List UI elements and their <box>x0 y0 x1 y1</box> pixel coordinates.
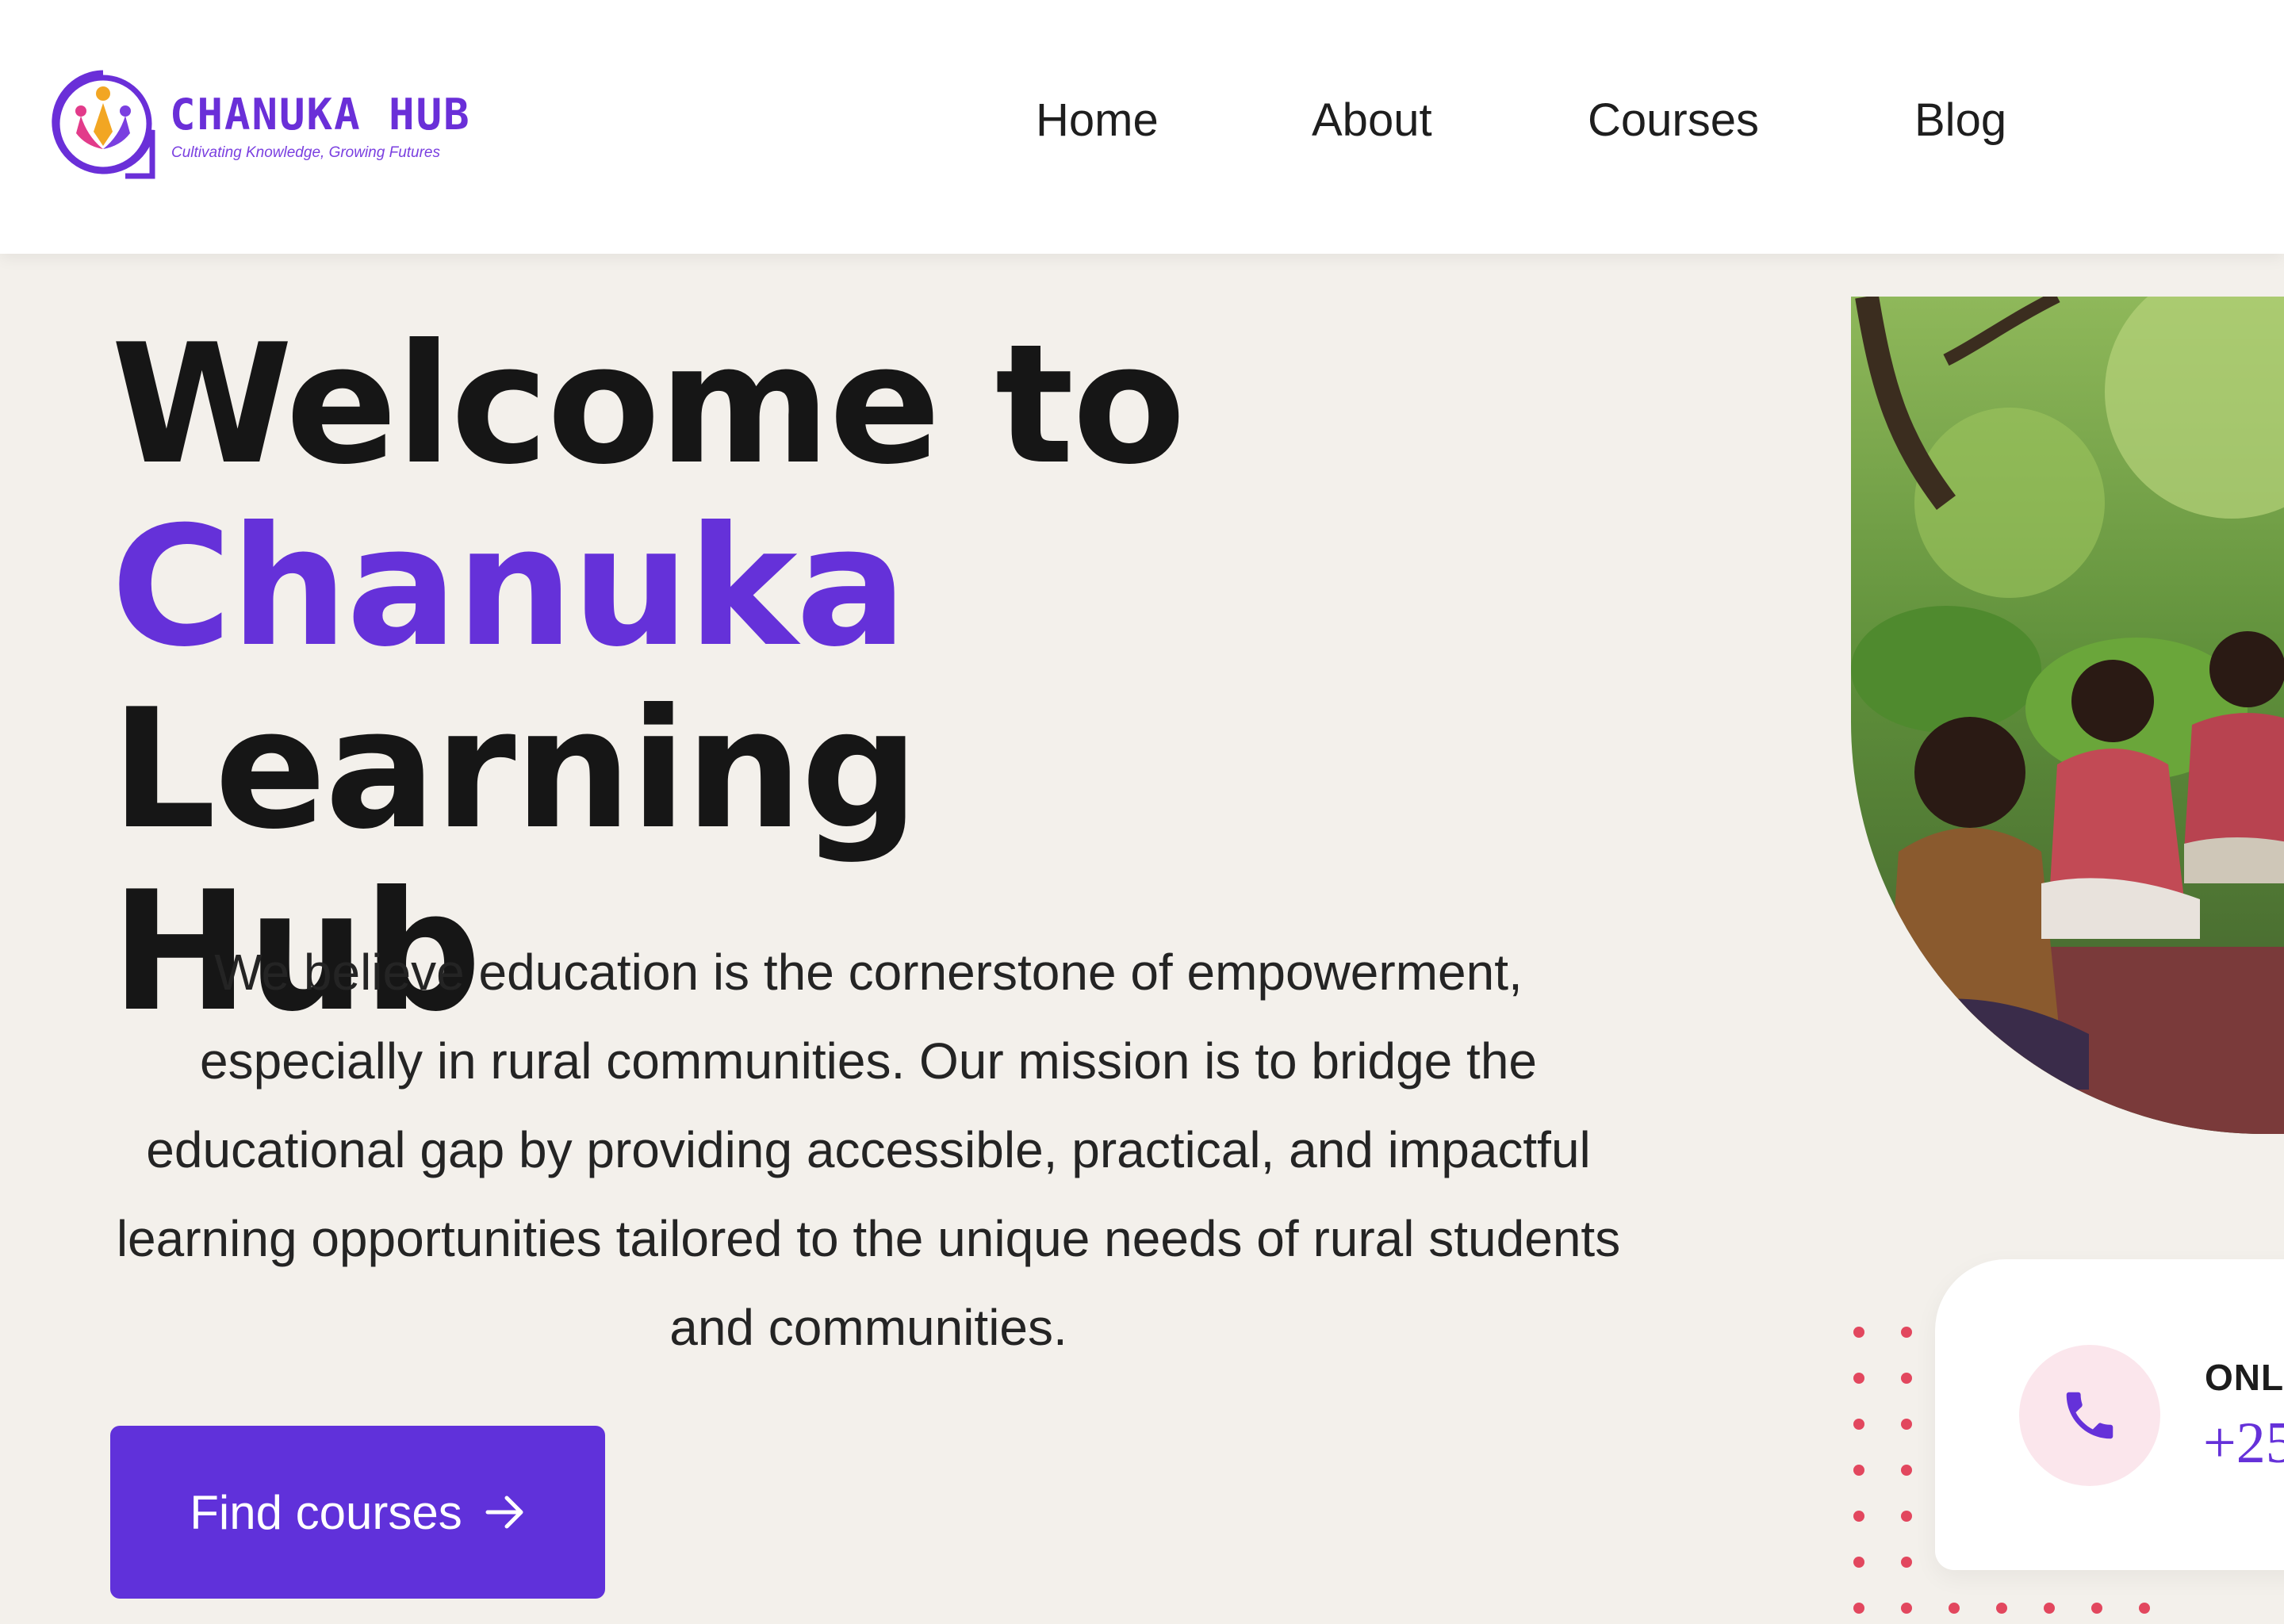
hero-photo <box>1851 297 2284 1134</box>
decorative-dot <box>1901 1557 1912 1568</box>
hero-title-line1: Welcome to <box>111 309 1186 501</box>
hero-title-line2: Learning <box>111 674 919 866</box>
decorative-dot <box>2091 1603 2102 1614</box>
decorative-dot <box>1853 1419 1864 1430</box>
decorative-dot <box>1901 1327 1912 1338</box>
decorative-dot <box>1901 1373 1912 1384</box>
logo-emblem-icon <box>52 70 155 179</box>
decorative-dot <box>1853 1557 1864 1568</box>
decorative-dot <box>1901 1419 1912 1430</box>
hero-title-accent: Chanuka <box>111 492 907 684</box>
students-outdoor-image <box>1851 297 2284 1134</box>
phone-icon <box>2066 1392 2113 1439</box>
decorative-dot <box>1901 1511 1912 1522</box>
decorative-dot <box>1901 1603 1912 1614</box>
find-courses-label: Find courses <box>190 1485 462 1539</box>
nav-item-blog[interactable]: Blog <box>1914 94 2006 147</box>
hero-description: We believe education is the cornerstone … <box>116 944 1621 1356</box>
nav-item-about[interactable]: About <box>1312 94 1432 147</box>
site-logo[interactable]: CHANUKA HUB Cultivating Knowledge, Growi… <box>46 67 498 181</box>
decorative-dot <box>1853 1373 1864 1384</box>
decorative-dot <box>2044 1603 2055 1614</box>
nav-item-home[interactable]: Home <box>1036 94 1159 147</box>
contact-number[interactable]: +25 <box>2203 1410 2284 1477</box>
contact-card: ONLI +25 <box>1935 1259 2284 1570</box>
nav-item-courses[interactable]: Courses <box>1588 94 1759 147</box>
find-courses-button[interactable]: Find courses <box>110 1426 605 1599</box>
phone-button[interactable] <box>2019 1345 2160 1486</box>
contact-label: ONLI <box>2205 1357 2284 1398</box>
decorative-dot <box>1853 1603 1864 1614</box>
logo-tagline: Cultivating Knowledge, Growing Futures <box>171 144 441 161</box>
decorative-dot <box>1853 1327 1864 1338</box>
logo-wordmark: CHANUKA HUB <box>170 90 471 140</box>
decorative-dot <box>1949 1603 1960 1614</box>
arrow-right-icon <box>485 1496 523 1529</box>
decorative-dot <box>2139 1603 2150 1614</box>
decorative-dot <box>1853 1465 1864 1476</box>
decorative-dot <box>1853 1511 1864 1522</box>
decorative-dot <box>1901 1465 1912 1476</box>
decorative-dot <box>1996 1603 2007 1614</box>
site-header: CHANUKA HUB Cultivating Knowledge, Growi… <box>0 0 2284 254</box>
